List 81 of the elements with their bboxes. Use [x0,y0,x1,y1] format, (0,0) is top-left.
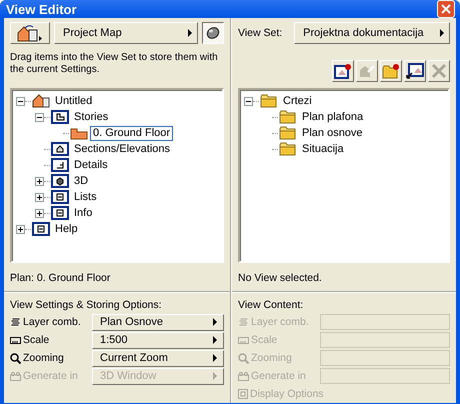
expand-toggle[interactable] [35,192,44,202]
arrow-right-icon [188,29,192,37]
tree-item[interactable]: Stories [71,110,112,124]
house-icon [17,24,43,42]
setting-dropdown[interactable]: Current Zoom [92,350,224,366]
project-source-button[interactable] [10,22,50,44]
view-edit-icon [358,63,376,79]
tree-item[interactable]: 3D [71,174,92,188]
setting-label: Layer comb. [251,316,309,328]
window-title: View Editor [6,2,77,16]
navigator-toggle[interactable] [202,22,224,44]
layers-icon [238,317,249,327]
layers-icon [10,317,21,327]
folder-icon [260,94,278,108]
arrow-right-icon [440,29,444,37]
setting-label: Layer comb. [23,316,81,328]
tree-item[interactable]: Details [71,158,111,172]
toolbar-button[interactable] [332,60,354,82]
tree-item[interactable]: Plan plafona [299,110,366,124]
tree-item[interactable]: 0. Ground Floor [90,126,174,140]
expand-toggle[interactable] [35,208,44,218]
list-icon [51,190,69,204]
list-icon [51,206,69,220]
new-folder-icon [382,63,400,79]
setting-label: Scale [251,334,278,346]
arrow-right-icon [213,336,217,344]
arrow-right-icon [213,354,217,362]
expand-toggle[interactable] [16,224,25,234]
folder-icon [279,110,297,124]
view-set-label: View Set: [238,26,284,41]
list-icon [32,222,50,236]
model-icon [51,174,69,188]
setting-label: Generate in [251,370,306,382]
collapse-toggle[interactable] [16,96,25,106]
tree-item[interactable]: Sections/Elevations [71,142,173,156]
setting-dropdown[interactable]: 1:500 [92,332,224,348]
tree-item[interactable]: Lists [71,190,100,204]
toolbar-button[interactable] [404,60,426,82]
house-icon [32,94,50,108]
camera-icon [238,372,249,380]
section-icon [51,142,69,156]
close-button[interactable] [437,0,455,18]
section-label: View Content: [238,299,304,313]
setting-label: Scale [23,334,50,346]
magnifier-icon [10,352,21,364]
collapse-toggle[interactable] [244,96,253,106]
folder-icon [279,142,297,156]
tree-item[interactable]: Plan osnove [299,126,366,140]
setting-dropdown[interactable]: Plan Osnove [92,314,224,330]
new-view-icon [334,63,352,79]
setting-label: Zooming [23,352,64,364]
ruler-icon [238,336,249,344]
section-label: View Settings & Storing Options: [10,299,163,313]
tree-item[interactable]: Situacija [299,142,347,156]
tree-item[interactable]: Crtezi [280,94,315,108]
stories-icon [51,110,69,124]
detail-icon [51,158,69,172]
arrow-right-icon [213,372,217,380]
setting-label: Zooming [251,352,292,364]
view-set-dropdown[interactable]: Projektna dokumentacija [294,22,450,44]
status-text: No View selected. [238,271,323,286]
display-options-icon [238,389,248,399]
setting-label: Generate in [23,370,78,382]
collapse-toggle[interactable] [35,112,44,122]
floor-icon [70,126,88,140]
tree-item[interactable]: Help [52,222,81,236]
map-dropdown[interactable]: Project Map [54,22,198,44]
tree-item[interactable]: Info [71,206,96,220]
clone-view-icon [406,63,424,79]
sphere-icon [205,25,221,41]
expand-toggle[interactable] [35,176,44,186]
delete-icon [431,63,447,79]
arrow-right-icon [213,318,217,326]
status-text: Plan: 0. Ground Floor [10,271,112,286]
folder-icon [279,126,297,140]
hint-text: Drag items into the View Set to store them with the current Settings. [10,52,219,77]
ruler-icon [10,336,21,344]
tree-item[interactable]: Untitled [52,94,96,108]
close-icon [441,4,451,14]
magnifier-icon [238,352,249,364]
camera-icon [10,372,21,380]
